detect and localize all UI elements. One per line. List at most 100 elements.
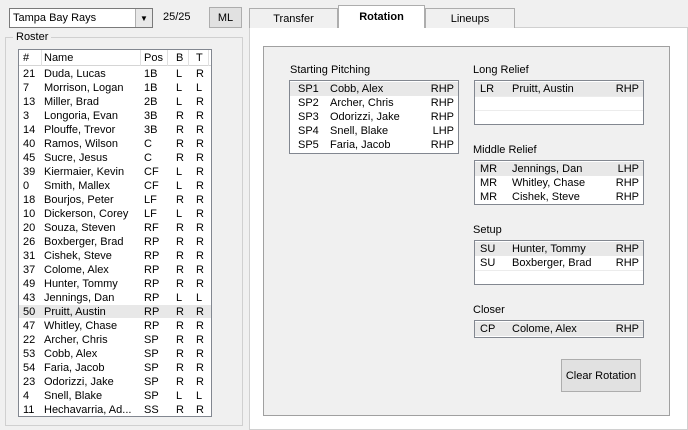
middle-relief-row[interactable]: MR Whitley, Chase RHP [475, 176, 643, 190]
roster-row[interactable]: 53 Cobb, Alex SP R R [19, 347, 211, 360]
roster-row[interactable]: 37 Colome, Alex RP R R [19, 263, 211, 276]
starting-row[interactable]: SP5 Faria, Jacob RHP [290, 138, 458, 152]
column-header-number[interactable]: # [23, 52, 43, 68]
clear-rotation-button[interactable]: Clear Rotation [561, 359, 641, 392]
roster-throws: R [196, 250, 204, 262]
roster-name: Hechavarria, Ad... [44, 404, 132, 416]
team-select-value: Tampa Bay Rays [13, 12, 97, 24]
roster-bats: L [176, 180, 183, 192]
roster-row[interactable]: 20 Souza, Steven RF R R [19, 221, 211, 234]
roster-row[interactable]: 21 Duda, Lucas 1B L R [19, 67, 211, 80]
setup-row[interactable]: SU Boxberger, Brad RHP [475, 256, 643, 270]
roster-row[interactable]: 54 Faria, Jacob SP R R [19, 361, 211, 374]
ml-button[interactable]: ML [209, 7, 242, 28]
roster-bats: R [176, 124, 184, 136]
roster-name: Archer, Chris [44, 334, 108, 346]
long-relief-row[interactable] [475, 96, 643, 110]
middle-relief-label: Middle Relief [473, 144, 537, 156]
roster-row[interactable]: 18 Bourjos, Peter LF R R [19, 193, 211, 206]
roster-row[interactable]: 23 Odorizzi, Jake SP R R [19, 375, 211, 388]
starting-row[interactable]: SP1 Cobb, Alex RHP [290, 82, 458, 96]
slot-player: Whitley, Chase [512, 177, 586, 189]
roster-row[interactable]: 13 Miller, Brad 2B L R [19, 95, 211, 108]
starting-row[interactable]: SP3 Odorizzi, Jake RHP [290, 110, 458, 124]
slot-role: LR [480, 83, 495, 95]
roster-number: 11 [23, 404, 35, 416]
roster-row[interactable]: 47 Whitley, Chase RP R R [19, 319, 211, 332]
long-relief-row[interactable]: LR Pruitt, Austin RHP [475, 82, 643, 96]
slot-role: SU [480, 257, 496, 269]
roster-number: 0 [23, 180, 30, 192]
long-relief-list[interactable]: LR Pruitt, Austin RHP [474, 80, 644, 125]
column-header-name[interactable]: Name [44, 52, 140, 68]
roster-row[interactable]: 40 Ramos, Wilson C R R [19, 137, 211, 150]
long-relief-row[interactable] [475, 110, 643, 124]
setup-row[interactable] [475, 270, 643, 284]
setup-list[interactable]: SU Hunter, Tommy RHP SU Boxberger, Brad RHP [474, 240, 644, 285]
roster-row[interactable]: 14 Plouffe, Trevor 3B R R [19, 123, 211, 136]
starting-row[interactable]: SP2 Archer, Chris RHP [290, 96, 458, 110]
roster-throws: R [196, 236, 204, 248]
closer-list[interactable]: CP Colome, Alex RHP [474, 320, 644, 338]
column-header-throws[interactable]: T [196, 52, 206, 68]
roster-row[interactable]: 22 Archer, Chris SP R R [19, 333, 211, 346]
middle-relief-row[interactable]: MR Cishek, Steve RHP [475, 190, 643, 204]
roster-bats: R [176, 404, 184, 416]
closer-row[interactable]: CP Colome, Alex RHP [475, 322, 643, 336]
column-header-pos[interactable]: Pos [144, 52, 166, 68]
roster-name: Cishek, Steve [44, 250, 112, 262]
roster-row[interactable]: 45 Sucre, Jesus C R R [19, 151, 211, 164]
roster-pos: SP [144, 376, 159, 388]
roster-row[interactable]: 43 Jennings, Dan RP L L [19, 291, 211, 304]
starting-pitching-list[interactable]: SP1 Cobb, Alex RHP SP2 Archer, Chris RHP SP3 Od… [289, 80, 459, 154]
roster-row[interactable]: 39 Kiermaier, Kevin CF L R [19, 165, 211, 178]
roster-throws: R [196, 68, 204, 80]
starting-row[interactable]: SP4 Snell, Blake LHP [290, 124, 458, 138]
roster-number: 50 [23, 306, 36, 318]
roster-row[interactable]: 0 Smith, Mallex CF L R [19, 179, 211, 192]
team-select[interactable]: Tampa Bay Rays ▼ [9, 8, 153, 28]
roster-pos: 1B [144, 82, 158, 94]
middle-relief-list[interactable]: MR Jennings, Dan LHP MR Whitley, Chase RHP MR C… [474, 160, 644, 205]
roster-row[interactable]: 10 Dickerson, Corey LF L R [19, 207, 211, 220]
tab-lineups[interactable]: Lineups [425, 8, 515, 28]
roster-row[interactable]: 3 Longoria, Evan 3B R R [19, 109, 211, 122]
roster-row[interactable]: 4 Snell, Blake SP L L [19, 389, 211, 402]
roster-header: # Name Pos B T [19, 50, 211, 68]
roster-list[interactable]: # Name Pos B T 21 Duda, Lucas 1B L R 7 Morriso… [18, 49, 212, 417]
roster-row[interactable]: 11 Hechavarria, Ad... SS R R [19, 403, 211, 416]
roster-row[interactable]: 26 Boxberger, Brad RP R R [19, 235, 211, 248]
roster-throws: R [196, 110, 204, 122]
tab-rotation[interactable]: Rotation [338, 5, 425, 28]
tab-transfer[interactable]: Transfer [249, 8, 338, 28]
setup-label: Setup [473, 224, 502, 236]
roster-row[interactable]: 7 Morrison, Logan 1B L L [19, 81, 211, 94]
roster-name: Morrison, Logan [44, 82, 124, 94]
roster-number: 21 [23, 68, 36, 80]
roster-bats: L [176, 68, 183, 80]
roster-throws: R [196, 194, 204, 206]
roster-number: 4 [23, 390, 30, 402]
slot-role: SP2 [298, 97, 319, 109]
setup-row[interactable]: SU Hunter, Tommy RHP [475, 242, 643, 256]
column-header-bats[interactable]: B [176, 52, 186, 68]
roster-pos: CF [144, 166, 159, 178]
roster-number: 54 [23, 362, 36, 374]
roster-pos: RP [144, 306, 160, 318]
roster-number: 40 [23, 138, 36, 150]
roster-row[interactable]: 31 Cishek, Steve RP R R [19, 249, 211, 262]
slot-hand: LHP [617, 163, 639, 175]
roster-name: Sucre, Jesus [44, 152, 108, 164]
roster-name: Longoria, Evan [44, 110, 118, 122]
roster-bats: L [176, 292, 183, 304]
roster-row[interactable]: 50 Pruitt, Austin RP R R [19, 305, 211, 318]
closer-label: Closer [473, 304, 505, 316]
roster-throws: R [196, 208, 204, 220]
middle-relief-row[interactable]: MR Jennings, Dan LHP [475, 162, 643, 176]
chevron-down-icon[interactable]: ▼ [135, 9, 152, 27]
roster-bats: R [176, 152, 184, 164]
roster-bats: R [176, 278, 184, 290]
roster-name: Hunter, Tommy [44, 278, 118, 290]
roster-pos: RP [144, 292, 160, 304]
roster-row[interactable]: 49 Hunter, Tommy RP R R [19, 277, 211, 290]
